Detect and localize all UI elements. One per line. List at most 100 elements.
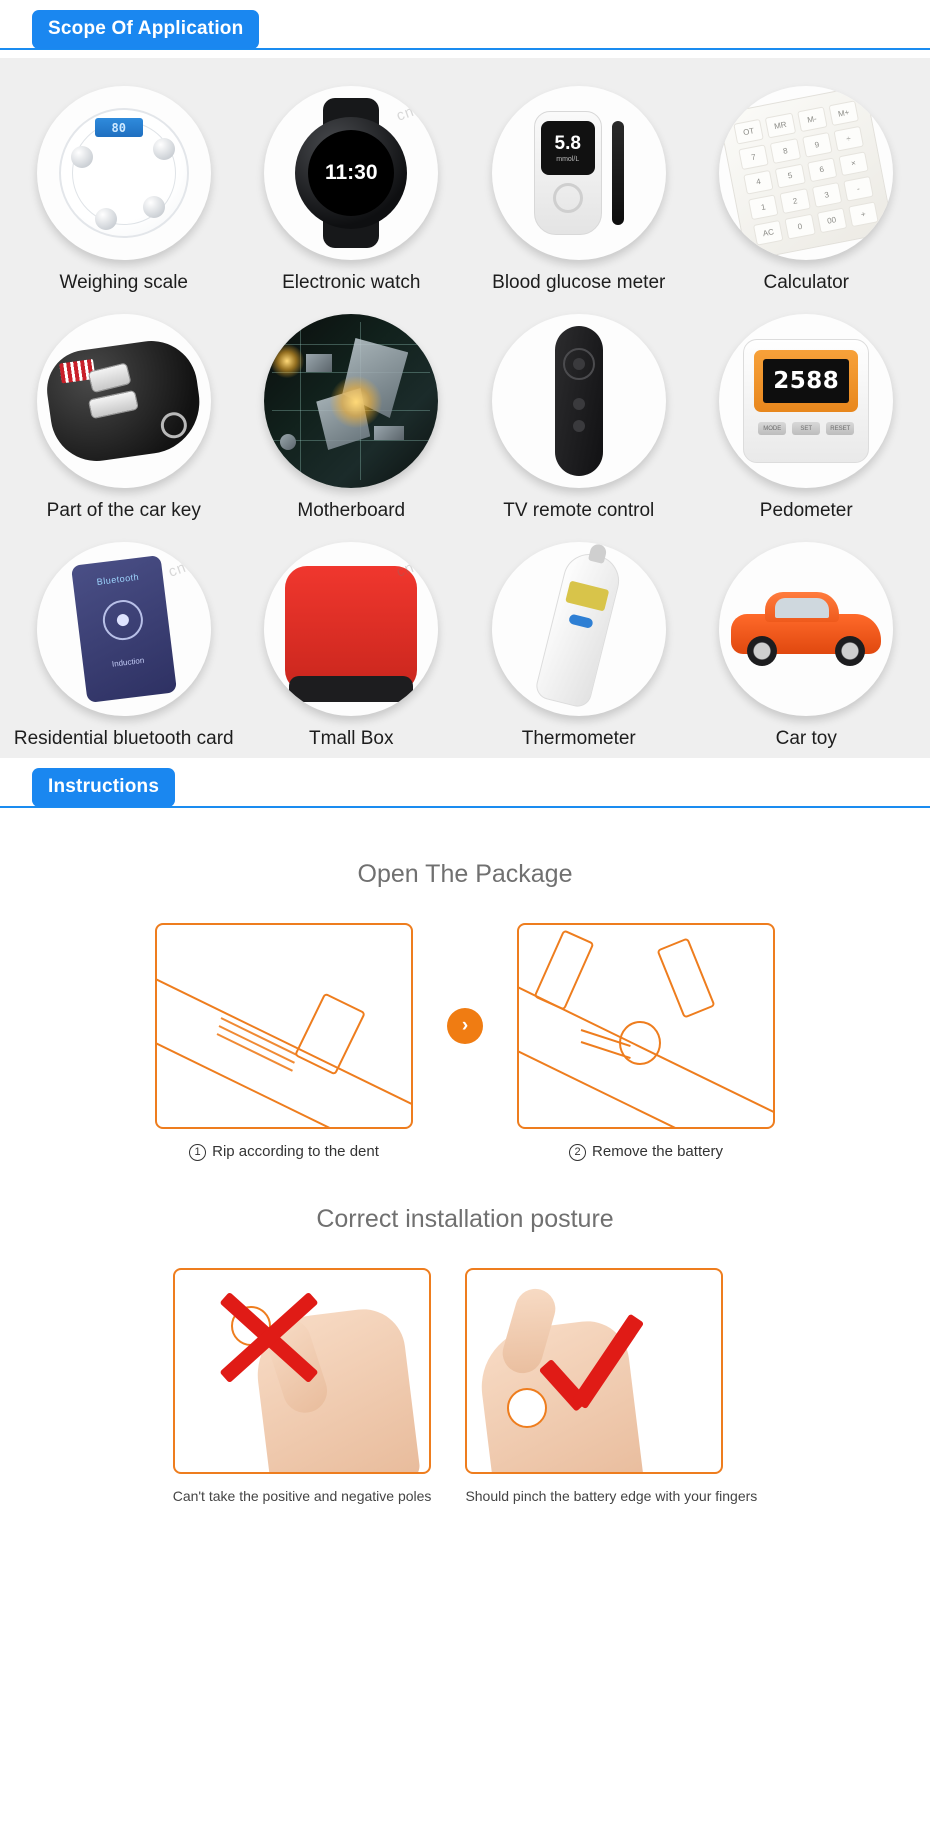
blood-glucose-meter-image: 5.8 mmol/L [491,86,666,260]
check-mark-icon [539,1310,685,1430]
calculator-key: OT [733,118,765,145]
scope-item-label: Part of the car key [46,500,201,521]
watch-time-display: 11:30 [308,130,395,216]
package-step-2-caption: 2 Remove the battery [517,1143,775,1161]
motherboard-image [264,314,439,488]
pcb-chip [374,426,405,440]
scope-item-label: Tmall Box [309,728,394,749]
remote-button [572,358,585,370]
cross-mark-icon [209,1291,329,1392]
glucose-kit: 5.8 mmol/L [533,111,624,235]
watermark-text: cn15 [393,96,435,125]
scale-display: 80 [94,118,143,137]
scope-row-3: Bluetooth Induction cn15 Residential blu… [10,542,920,770]
calculator-key: 00 [816,207,848,234]
tmall-box-base [289,676,414,702]
instructions-section-header: Instructions [0,758,930,816]
tear-dent-line [220,1017,297,1056]
scope-item-label: Pedometer [759,500,853,521]
bluetooth-card-body: Bluetooth Induction [70,555,177,703]
next-step-arrow-icon: › [447,1008,483,1044]
pcb-trace [300,322,302,480]
scope-item-calculator[interactable]: OT MR M- M+ 7 8 9 ÷ 4 5 6 × 1 2 3 - AC 0… [693,86,921,314]
package-step-1: 1 Rip according to the dent [155,923,413,1161]
bluetooth-card-knob [100,597,145,643]
posture-incorrect-illustration [172,1268,431,1474]
car-key-fob [41,335,206,467]
scope-section-header: Scope Of Application [0,0,930,58]
scope-item-label: Residential bluetooth card [13,728,234,749]
calculator-key: MR [765,112,796,139]
tmall-box-body [285,566,418,702]
scope-row-1: 80 Weighing scale 11:30 cn15 Electronic … [10,86,920,314]
scope-item-car-toy[interactable]: Car toy [693,542,921,770]
pcb-trace [272,344,431,345]
pedometer-buttons: MODE SET RESET [758,422,855,435]
calculator-key: 2 [779,188,811,215]
scale-foot [70,146,93,168]
scope-item-tmall-box[interactable]: cn15 Tmall Box [238,542,466,770]
scope-item-label: TV remote control [503,500,655,521]
instructions-badge: Instructions [32,768,176,807]
car-key-image [36,314,211,488]
spark-glow-icon [330,376,383,428]
calculator-image: OT MR M- M+ 7 8 9 ÷ 4 5 6 × 1 2 3 - AC 0… [719,86,894,260]
calculator-key: 6 [806,157,838,183]
thermometer-screen [564,580,610,612]
scope-item-tv-remote[interactable]: TV remote control [465,314,693,542]
calculator-key: 8 [770,137,801,164]
calculator-key: 1 [748,194,780,221]
weighing-scale-image: 80 [36,86,211,260]
car-wheel [747,636,778,666]
scope-item-label: Electronic watch [282,272,421,293]
lancet-pen [611,121,624,225]
calculator-keypad: OT MR M- M+ 7 8 9 ÷ 4 5 6 × 1 2 3 - AC 0… [719,86,894,260]
torn-flap-outline [656,937,716,1019]
step-caption-text: Rip according to the dent [212,1143,379,1160]
scope-item-motherboard[interactable]: Motherboard [238,314,466,542]
car-toy-image [719,542,894,716]
pedometer-key: RESET [826,422,855,435]
glucose-meter-body: 5.8 mmol/L [533,111,602,235]
remote-button [572,420,585,432]
knob-center-dot [115,613,130,627]
glucose-unit: mmol/L [556,155,580,163]
scope-item-label: Weighing scale [59,272,188,293]
posture-incorrect-caption: Can't take the positive and negative pol… [172,1488,432,1504]
battery-outline [293,992,367,1076]
scope-item-pedometer[interactable]: 2588 MODE SET RESET Pedometer [693,314,921,542]
car-window [775,598,830,618]
thermometer-image [491,542,666,716]
car-key-ring [158,410,189,440]
scope-item-blood-glucose-meter[interactable]: 5.8 mmol/L Blood glucose meter [465,86,693,314]
check-stroke-long [572,1313,645,1410]
scope-row-2: Part of the car key Motherboard TV remot… [10,314,920,542]
car-toy-art [731,592,882,666]
scope-item-car-key[interactable]: Part of the car key [10,314,238,542]
scope-item-weighing-scale[interactable]: 80 Weighing scale [10,86,238,314]
posture-title: Correct installation posture [316,1205,614,1233]
glucose-value: 5.8 [554,132,581,154]
glucose-screen: 5.8 mmol/L [540,121,595,175]
step-caption-text: Remove the battery [592,1143,723,1160]
open-package-title: Open The Package [357,860,573,888]
bluetooth-card-title: Bluetooth [95,571,140,587]
calculator-key: × [838,150,870,177]
watch-case: 11:30 [295,117,408,229]
package-step-2: 2 Remove the battery [517,923,775,1161]
calculator-key: M+ [828,100,860,126]
scope-badge: Scope Of Application [32,10,260,49]
car-wheel [835,636,866,666]
instructions-body: Open The Package 1 Rip according to the d… [0,816,930,1504]
scope-item-bluetooth-card[interactable]: Bluetooth Induction cn15 Residential blu… [10,542,238,770]
package-edge-line [157,969,411,1112]
scope-item-thermometer[interactable]: Thermometer [465,542,693,770]
scope-item-electronic-watch[interactable]: 11:30 cn15 Electronic watch [238,86,466,314]
spark-glow-icon [270,344,305,378]
calculator-key: 4 [743,169,775,196]
glucose-button [552,183,583,213]
scale-glass: 80 [58,108,189,238]
torn-flap-outline [533,929,595,1011]
posture-correct-illustration [465,1268,724,1474]
